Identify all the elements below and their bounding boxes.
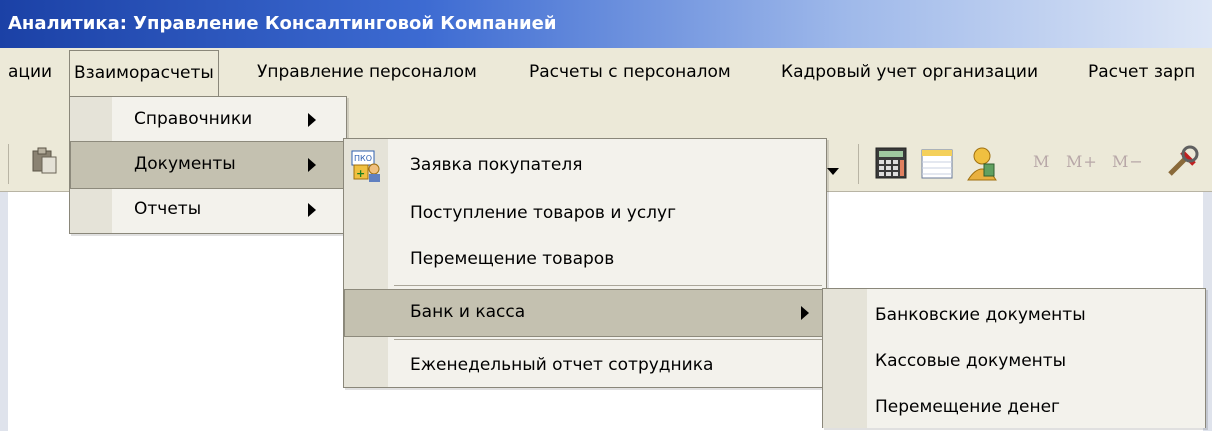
dropdown-arrow-icon[interactable]	[826, 166, 840, 176]
menu-item-payroll-settlements[interactable]: Расчеты с персоналом	[529, 62, 731, 82]
calendar-icon[interactable]	[920, 146, 954, 180]
menu-item-label: Кассовые документы	[875, 351, 1067, 371]
menu-item-label: Банк и касса	[410, 302, 526, 322]
submenu-arrow-icon	[308, 158, 316, 172]
menu-item-documents[interactable]: Документы	[70, 141, 346, 189]
submenu-arrow-icon	[308, 203, 316, 217]
menu-separator	[394, 339, 822, 340]
menu-item-label: Банковские документы	[875, 305, 1086, 325]
menu-item-label: Отчеты	[134, 199, 202, 219]
menu-separator	[394, 285, 822, 286]
svg-text:+: +	[356, 167, 365, 180]
menu-item-label: Перемещение товаров	[410, 249, 615, 269]
window-title: Аналитика: Управление Консалтинговой Ком…	[8, 13, 557, 34]
menu-item-hr-records[interactable]: Кадровый учет организации	[781, 62, 1038, 82]
bank-cash-submenu: Банковские документы Кассовые документы …	[822, 288, 1206, 428]
submenu-arrow-icon	[308, 113, 316, 127]
menu-item-label: Документы	[134, 154, 236, 174]
menu-item-settlements[interactable]: Взаиморасчеты	[69, 50, 219, 96]
menu-item-ops[interactable]: ации	[8, 62, 52, 82]
menu-item-weekly-report[interactable]: Еженедельный отчет сотрудника	[344, 343, 826, 389]
tools-icon[interactable]	[1164, 144, 1204, 180]
menu-item-label: Заявка покупателя	[410, 155, 583, 175]
pko-icon: ПКО +	[351, 150, 380, 182]
settlements-dropdown: Справочники Документы Отчеты	[69, 96, 347, 234]
memory-m-button[interactable]: M	[1033, 152, 1050, 171]
menu-item-money-transfer[interactable]: Перемещение денег	[823, 385, 1205, 431]
svg-text:ПКО: ПКО	[354, 154, 372, 163]
menu-item-bank-documents[interactable]: Банковские документы	[823, 293, 1205, 339]
menu-item-hr-management[interactable]: Управление персоналом	[257, 62, 477, 82]
menu-item-label: Еженедельный отчет сотрудника	[410, 355, 714, 375]
toolbar-separator-2	[858, 144, 859, 184]
menu-item-salary-calc[interactable]: Расчет зарп	[1088, 62, 1195, 82]
menu-item-label: Перемещение денег	[875, 397, 1060, 417]
menu-item-label: Справочники	[134, 109, 253, 129]
title-bar: Аналитика: Управление Консалтинговой Ком…	[0, 0, 1212, 48]
menu-item-reports[interactable]: Отчеты	[70, 187, 346, 233]
submenu-arrow-icon	[801, 306, 809, 320]
memory-mplus-button[interactable]: M+	[1066, 152, 1098, 171]
menu-item-directories[interactable]: Справочники	[70, 97, 346, 143]
menu-item-goods-receipt[interactable]: Поступление товаров и услуг	[344, 191, 826, 237]
menu-item-customer-order[interactable]: ПКО + Заявка покупателя	[344, 143, 826, 189]
menu-item-goods-transfer[interactable]: Перемещение товаров	[344, 237, 826, 283]
menu-item-label: Поступление товаров и услуг	[410, 203, 677, 223]
calculator-icon[interactable]	[874, 146, 908, 180]
user-icon[interactable]	[964, 144, 1000, 182]
toolbar-separator	[8, 144, 9, 184]
paste-icon[interactable]	[30, 145, 60, 177]
memory-mminus-button[interactable]: M−	[1112, 152, 1144, 171]
menu-item-cash-documents[interactable]: Кассовые документы	[823, 339, 1205, 385]
menu-item-bank-and-cash[interactable]: Банк и касса	[344, 289, 826, 337]
documents-submenu: ПКО + Заявка покупателя Поступление това…	[343, 138, 827, 388]
